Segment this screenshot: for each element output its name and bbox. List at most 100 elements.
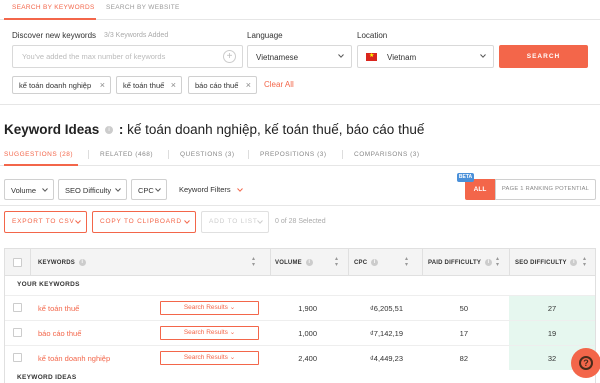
row-checkbox[interactable] [13, 353, 22, 362]
keyword-chip: kế toán thuế × [116, 76, 182, 94]
tab-separator [342, 150, 343, 159]
row-seo-difficulty: 19 [547, 329, 557, 338]
volume-filter[interactable]: Volume [4, 179, 54, 200]
export-csv-button[interactable]: EXPORT TO CSV [4, 211, 87, 233]
info-icon[interactable]: i [371, 259, 379, 266]
ideas-title-text: Keyword Ideas [4, 122, 100, 137]
filter-label: Volume [11, 186, 37, 195]
seo-difficulty-filter[interactable]: SEO Difficulty [58, 179, 127, 200]
sort-icon[interactable]: ▴ ▾ [333, 256, 340, 268]
cpc-filter[interactable]: CPC [131, 179, 167, 200]
sort-icon[interactable]: ▴ ▾ [581, 256, 588, 268]
search-button[interactable]: SEARCH [499, 45, 588, 68]
info-icon[interactable]: i [78, 259, 86, 266]
seo-difficulty-cell: 27 [509, 296, 595, 320]
keyword-chip: báo cáo thuế × [188, 76, 257, 94]
language-value: Vietnamese [256, 53, 299, 62]
search-results-button[interactable]: Search Results ⌄ [160, 326, 259, 340]
chevron-down-icon [115, 188, 121, 192]
add-to-list-button[interactable]: ADD TO LIST [201, 211, 269, 233]
chevron-down-icon: ⌄ [229, 304, 236, 311]
location-value: Vietnam [387, 53, 417, 62]
help-button[interactable]: ? [571, 348, 600, 378]
header-paid-difficulty[interactable]: PAID DIFFICULTY i [428, 259, 494, 266]
row-seo-difficulty: 27 [547, 304, 557, 313]
info-icon[interactable]: i [570, 259, 578, 266]
chevron-down-icon [42, 188, 48, 192]
row-cpc: ₫6,205,51 [369, 304, 403, 313]
header-seo-difficulty[interactable]: SEO DIFFICULTY i [515, 259, 579, 266]
column-divider [30, 249, 31, 276]
all-toggle[interactable]: ALL [465, 179, 495, 200]
row-cpc: ₫4,449,23 [369, 354, 403, 363]
sort-icon[interactable]: ▴ ▾ [403, 256, 410, 268]
language-select[interactable]: Vietnamese [247, 45, 352, 68]
result-subtabs: SUGGESTIONS (28) RELATED (468) QUESTIONS… [0, 148, 600, 166]
chevron-down-icon [480, 54, 486, 58]
tab-comparisons[interactable]: COMPARISONS (3) [354, 151, 420, 158]
keyword-input[interactable] [13, 46, 213, 67]
page1-ranking-toggle[interactable]: PAGE 1 RANKING POTENTIAL [495, 179, 596, 200]
table-header: KEYWORDS i ▴ ▾ VOLUME i ▴ ▾ CPC i ▴ ▾ PAID … [5, 249, 595, 276]
chevron-down-icon [338, 54, 344, 58]
tab-prepositions[interactable]: PREPOSITIONS (3) [260, 151, 327, 158]
info-icon[interactable]: i [305, 259, 313, 266]
filter-label: CPC [138, 186, 154, 195]
table-row: báo cáo thuế Search Results ⌄ 1,000 ₫7,1… [5, 320, 595, 345]
remove-chip-icon[interactable]: × [171, 80, 176, 90]
tab-suggestions[interactable]: SUGGESTIONS (28) [4, 151, 73, 158]
chevron-down-icon [237, 188, 243, 192]
tab-search-by-keywords[interactable]: SEARCH BY KEYWORDS [12, 4, 95, 11]
select-all-checkbox[interactable] [13, 258, 22, 267]
sort-icon[interactable]: ▴ ▾ [250, 256, 257, 268]
row-keyword[interactable]: kế toán doanh nghiệp [38, 354, 110, 363]
divider [0, 104, 600, 105]
title-separator: : [118, 122, 124, 137]
beta-badge: BETA [457, 173, 474, 182]
button-label: ADD TO LIST [209, 218, 258, 225]
row-keyword[interactable]: kế toán thuế [38, 304, 79, 313]
chevron-down-icon [257, 220, 263, 224]
chip-label: báo cáo thuế [195, 81, 239, 90]
vietnam-flag-icon [366, 52, 377, 61]
seo-difficulty-cell: 19 [509, 321, 595, 345]
clear-all-link[interactable]: Clear All [264, 80, 294, 89]
row-paid-difficulty: 82 [459, 354, 468, 363]
keyword-chip: kế toán doanh nghiệp × [12, 76, 111, 94]
row-checkbox[interactable] [13, 328, 22, 337]
ideas-query: kế toán doanh nghiệp, kế toán thuế, báo … [127, 122, 425, 137]
keyword-filters-button[interactable]: Keyword Filters [179, 185, 231, 194]
remove-chip-icon[interactable]: × [100, 80, 105, 90]
header-volume[interactable]: VOLUME i [275, 259, 315, 266]
header-label: CPC [354, 260, 368, 267]
discover-label: Discover new keywords [12, 31, 97, 40]
language-label: Language [247, 31, 283, 40]
remove-chip-icon[interactable]: × [246, 80, 251, 90]
sort-icon[interactable]: ▴ ▾ [494, 256, 501, 268]
header-keywords[interactable]: KEYWORDS i [38, 259, 88, 266]
search-results-button[interactable]: Search Results ⌄ [160, 301, 259, 315]
tab-separator [248, 150, 249, 159]
chevron-down-icon [75, 220, 81, 224]
row-keyword[interactable]: báo cáo thuế [38, 329, 81, 338]
keywords-table: KEYWORDS i ▴ ▾ VOLUME i ▴ ▾ CPC i ▴ ▾ PAID … [4, 248, 596, 383]
button-label: Search Results [183, 354, 228, 361]
header-cpc[interactable]: CPC i [354, 259, 380, 266]
header-label: SEO DIFFICULTY [515, 260, 567, 267]
add-keyword-icon[interactable]: + [223, 50, 236, 63]
location-label: Location [357, 31, 388, 40]
info-icon[interactable]: i [105, 126, 114, 135]
tab-related[interactable]: RELATED (468) [100, 151, 153, 158]
tab-questions[interactable]: QUESTIONS (3) [180, 151, 235, 158]
location-select[interactable]: Vietnam [357, 45, 494, 68]
active-tab-indicator [4, 164, 78, 166]
row-checkbox[interactable] [13, 303, 22, 312]
info-icon[interactable]: i [484, 259, 492, 266]
search-results-button[interactable]: Search Results ⌄ [160, 351, 259, 365]
copy-clipboard-button[interactable]: COPY TO CLIPBOARD [92, 211, 196, 233]
column-divider [422, 249, 423, 276]
keywords-added-count: 3/3 Keywords Added [104, 32, 169, 39]
tab-separator [88, 150, 89, 159]
button-label: EXPORT TO CSV [12, 218, 75, 225]
tab-search-by-website[interactable]: SEARCH BY WEBSITE [106, 4, 180, 11]
